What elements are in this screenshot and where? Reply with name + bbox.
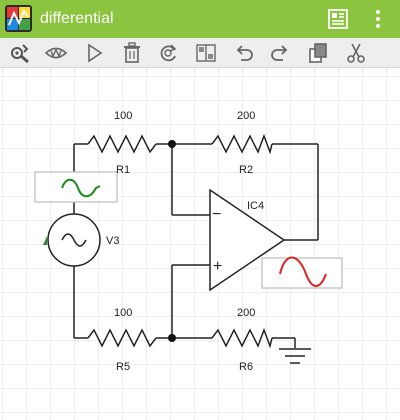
component-list-icon bbox=[328, 9, 348, 29]
r2-value-label: 200 bbox=[237, 110, 255, 122]
copy-icon bbox=[309, 43, 327, 63]
app-title: differential bbox=[40, 10, 114, 27]
redo-tool-button[interactable] bbox=[268, 41, 292, 65]
opamp-noninverting-sign: + bbox=[213, 258, 222, 275]
r1-name-label: R1 bbox=[116, 164, 130, 176]
app-bar: differential bbox=[0, 0, 400, 38]
component-list-button[interactable] bbox=[326, 7, 350, 31]
eye-view-icon bbox=[44, 47, 68, 59]
edit-toolbar bbox=[0, 38, 400, 68]
redo-icon bbox=[271, 45, 288, 61]
app-logo-icon[interactable] bbox=[5, 5, 32, 32]
resistor-r2[interactable] bbox=[211, 133, 273, 155]
source-terminal-marker-icon bbox=[43, 236, 47, 245]
circuit-schematic[interactable]: 100 R1 200 R2 100 R5 200 R6 V3 IC4 − + bbox=[0, 68, 400, 420]
trash-delete-icon bbox=[124, 42, 140, 63]
ac-source-v3[interactable] bbox=[47, 213, 101, 267]
r2-name-label: R2 bbox=[239, 164, 253, 176]
overflow-menu-button[interactable] bbox=[366, 7, 390, 31]
undo-tool-button[interactable] bbox=[232, 41, 256, 65]
cut-tool-button[interactable] bbox=[344, 41, 368, 65]
r6-name-label: R6 bbox=[239, 361, 253, 373]
junction-node-top bbox=[168, 140, 176, 148]
resistor-r1[interactable] bbox=[87, 134, 157, 154]
ground-symbol-icon bbox=[279, 348, 311, 364]
settings-tool-button[interactable] bbox=[8, 41, 32, 65]
r1-value-label: 100 bbox=[114, 110, 132, 122]
r5-name-label: R5 bbox=[116, 361, 130, 373]
junction-node-bottom bbox=[168, 334, 176, 342]
v3-name-label: V3 bbox=[106, 235, 119, 247]
schematic-canvas[interactable]: 100 R1 200 R2 100 R5 200 R6 V3 IC4 − + bbox=[0, 68, 400, 420]
overflow-menu-icon bbox=[376, 10, 380, 28]
input-scope-probe[interactable] bbox=[34, 171, 118, 203]
simulate-tool-button[interactable] bbox=[82, 41, 106, 65]
scissors-cut-icon bbox=[347, 43, 365, 63]
view-tool-button[interactable] bbox=[44, 41, 68, 65]
resistor-r6[interactable] bbox=[211, 327, 273, 349]
opamp-inverting-sign: − bbox=[212, 206, 221, 223]
flip-tool-button[interactable] bbox=[194, 41, 218, 65]
resistor-r5[interactable] bbox=[87, 328, 157, 348]
wrench-settings-icon bbox=[11, 44, 29, 64]
copy-tool-button[interactable] bbox=[306, 41, 330, 65]
rotate-tool-button[interactable] bbox=[156, 41, 180, 65]
r5-value-label: 100 bbox=[114, 307, 132, 319]
delete-tool-button[interactable] bbox=[120, 41, 144, 65]
rotate-icon bbox=[160, 44, 177, 62]
output-scope-probe[interactable] bbox=[261, 256, 343, 289]
undo-icon bbox=[236, 45, 253, 61]
r6-value-label: 200 bbox=[237, 307, 255, 319]
ic4-name-label: IC4 bbox=[247, 200, 264, 212]
play-simulate-icon bbox=[88, 43, 103, 63]
flip-mirror-icon bbox=[196, 44, 216, 62]
